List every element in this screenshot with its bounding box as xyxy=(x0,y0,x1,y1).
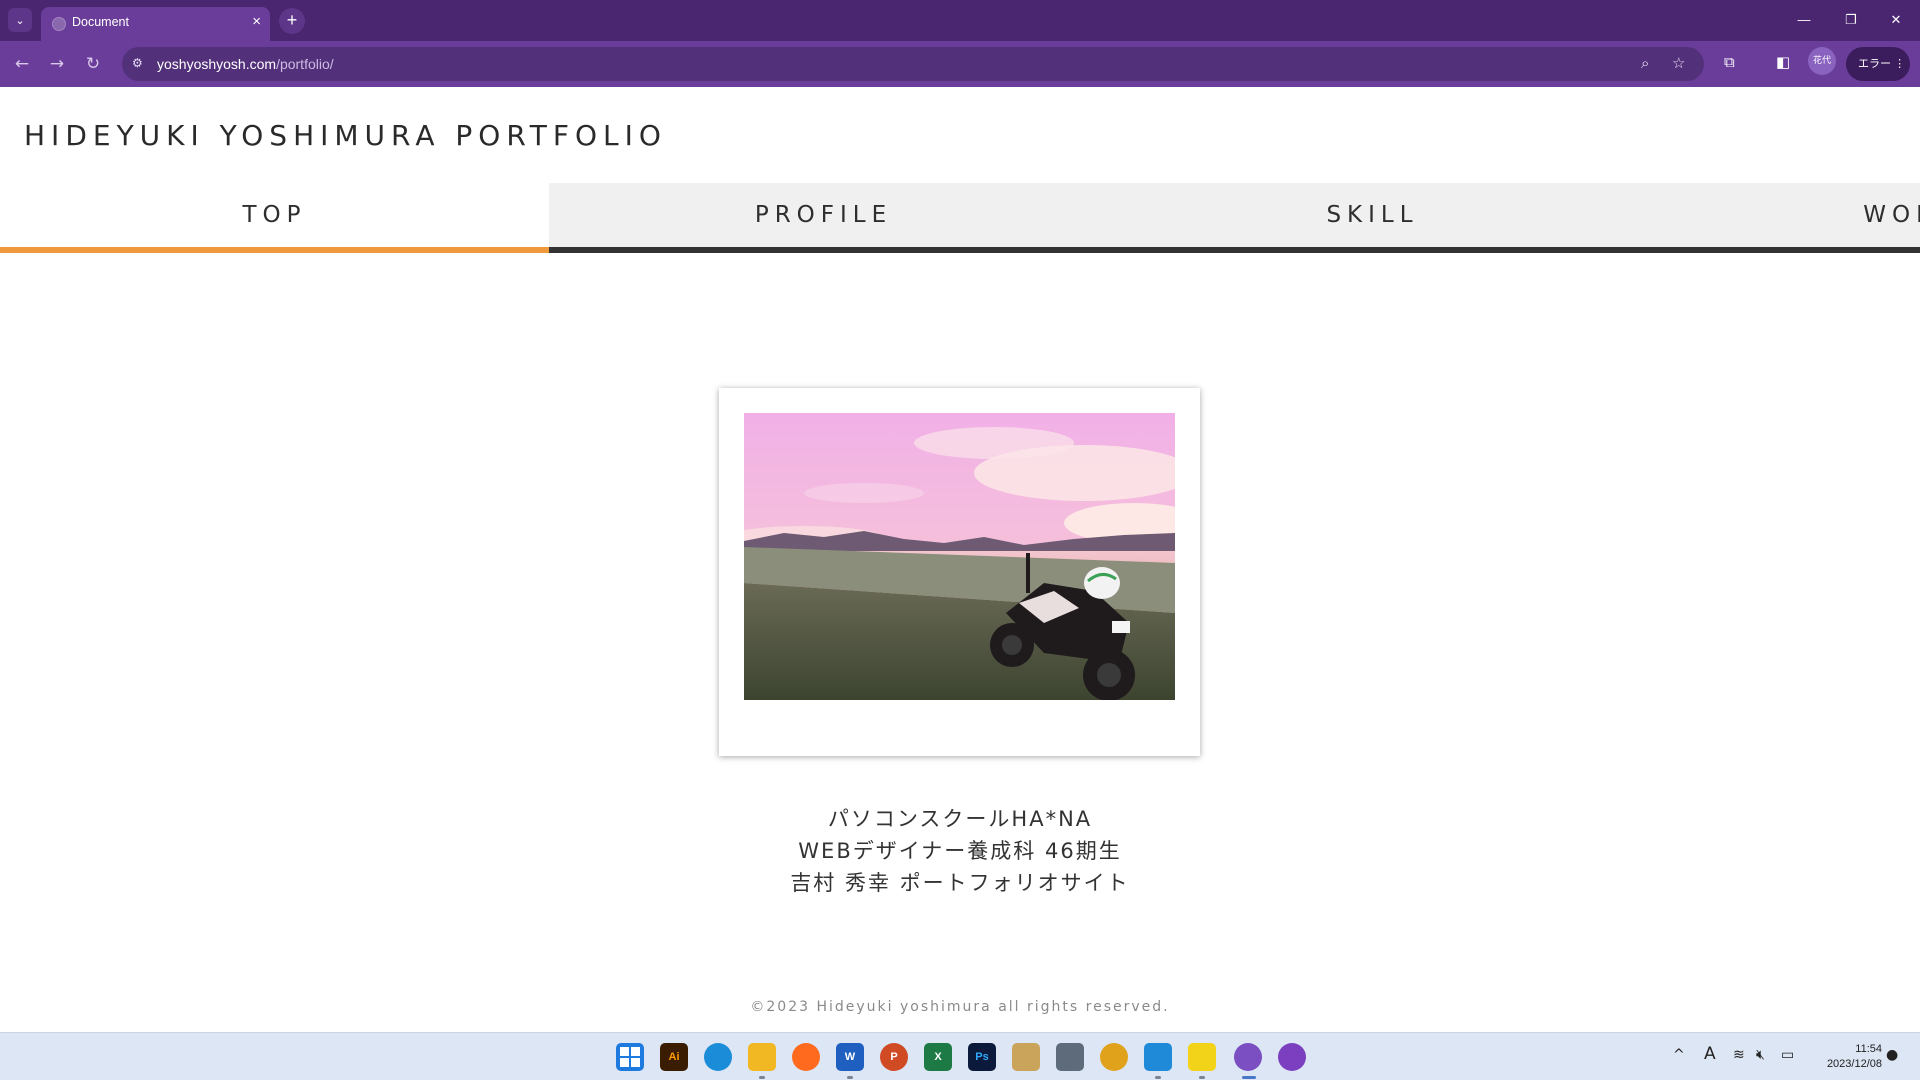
minimize-button[interactable]: — xyxy=(1784,8,1824,32)
nav-tab-top[interactable]: TOP xyxy=(0,183,549,253)
edge-icon[interactable] xyxy=(704,1043,732,1071)
vscode-icon[interactable] xyxy=(1144,1043,1172,1071)
tray-overflow-icon[interactable]: ^ xyxy=(1673,1047,1685,1063)
photoshop-icon[interactable]: Ps xyxy=(968,1043,996,1071)
hero-photo xyxy=(744,413,1175,700)
windows-start-icon[interactable] xyxy=(616,1043,644,1071)
caption-line: 吉村 秀幸 ポートフォリオサイト xyxy=(790,871,1130,895)
global-nav: TOP PROFILE SKILL WORKS xyxy=(0,183,1920,253)
profile-avatar[interactable]: 花代 xyxy=(1808,47,1836,75)
address-bar[interactable]: ⚙ yoshyoshyosh.com/portfolio/ ⌕ ☆ xyxy=(122,47,1704,81)
powerpoint-icon[interactable]: P xyxy=(880,1043,908,1071)
notification-bell-icon[interactable]: ● xyxy=(1886,1047,1898,1063)
windows-taskbar: Ai W P X Ps ^ A ≋ 🔇︎ ▭ 11:54 2023/12/08 … xyxy=(0,1032,1920,1080)
browser-toolbar: ← → ↻ ⚙ yoshyoshyosh.com/portfolio/ ⌕ ☆ … xyxy=(0,41,1920,87)
word-icon[interactable]: W xyxy=(836,1043,864,1071)
side-panel-icon[interactable]: ◧ xyxy=(1776,53,1790,71)
running-indicator xyxy=(759,1076,765,1079)
volume-muted-icon[interactable]: 🔇︎ xyxy=(1756,1047,1765,1063)
system-clock[interactable]: 11:54 2023/12/08 xyxy=(1812,1042,1882,1072)
wifi-icon[interactable]: ≋ xyxy=(1733,1047,1745,1063)
ime-indicator[interactable]: A xyxy=(1704,1044,1716,1064)
running-indicator xyxy=(847,1076,853,1079)
chrome-profile-icon[interactable] xyxy=(1234,1043,1262,1071)
back-icon[interactable]: ← xyxy=(8,50,36,78)
github-desktop-icon[interactable] xyxy=(1278,1043,1306,1071)
new-tab-button[interactable]: + xyxy=(279,8,305,34)
nav-tab-label: WORKS xyxy=(1863,202,1920,228)
caption-line: パソコンスクールHA*NA xyxy=(827,807,1093,831)
sticky-notes-icon[interactable] xyxy=(1188,1043,1216,1071)
bookmark-star-icon[interactable]: ☆ xyxy=(1672,54,1685,72)
nav-tab-label: PROFILE xyxy=(754,202,893,228)
reload-icon[interactable]: ↻ xyxy=(79,50,107,78)
clock-time: 11:54 xyxy=(1855,1043,1882,1055)
site-info-icon[interactable]: ⚙ xyxy=(132,56,143,70)
nav-tab-profile[interactable]: PROFILE xyxy=(549,183,1098,253)
calculator-icon[interactable] xyxy=(1056,1043,1084,1071)
school-caption: パソコンスクールHA*NA WEBデザイナー養成科 46期生 吉村 秀幸 ポート… xyxy=(660,803,1260,899)
browser-tab-bar: ⌄ Document × + — ❐ ✕ xyxy=(0,0,1920,41)
page-content: HIDEYUKI YOSHIMURA PORTFOLIO TOP PROFILE… xyxy=(0,87,1920,1032)
nav-tab-label: TOP xyxy=(242,202,307,228)
browser-tab[interactable]: Document × xyxy=(41,7,270,41)
restore-button[interactable]: ❐ xyxy=(1831,8,1871,32)
firefox-icon[interactable] xyxy=(792,1043,820,1071)
running-indicator xyxy=(1199,1076,1205,1079)
extensions-icon[interactable]: ⧉ xyxy=(1724,53,1735,71)
paint-icon[interactable] xyxy=(1012,1043,1040,1071)
close-window-button[interactable]: ✕ xyxy=(1876,8,1916,32)
battery-icon[interactable]: ▭ xyxy=(1781,1047,1794,1063)
site-title: HIDEYUKI YOSHIMURA PORTFOLIO xyxy=(24,119,667,152)
tab-list-icon[interactable]: ⌄ xyxy=(8,8,32,32)
copyright-footer: ©2023 Hideyuki yoshimura all rights rese… xyxy=(750,999,1170,1015)
running-indicator xyxy=(1155,1076,1161,1079)
url-text[interactable]: yoshyoshyosh.com/portfolio/ xyxy=(157,56,334,72)
nav-tab-works[interactable]: WORKS xyxy=(1647,183,1920,253)
excel-icon[interactable]: X xyxy=(924,1043,952,1071)
caption-line: WEBデザイナー養成科 46期生 xyxy=(798,839,1122,863)
file-explorer-icon[interactable] xyxy=(748,1043,776,1071)
forward-icon[interactable]: → xyxy=(43,50,71,78)
photo-frame xyxy=(719,388,1200,756)
tab-title: Document xyxy=(72,15,129,29)
illustrator-icon[interactable]: Ai xyxy=(660,1043,688,1071)
error-menu-button[interactable]: エラー ⋮ xyxy=(1846,47,1910,81)
nav-tab-skill[interactable]: SKILL xyxy=(1098,183,1647,253)
more-menu-icon[interactable]: ⋮ xyxy=(1894,58,1905,70)
clock-date: 2023/12/08 xyxy=(1826,1058,1882,1070)
zoom-icon[interactable]: ⌕ xyxy=(1641,54,1649,72)
nav-tab-label: SKILL xyxy=(1326,202,1419,228)
tab-favicon-icon xyxy=(52,17,66,31)
chrome-icon[interactable] xyxy=(1100,1043,1128,1071)
tab-close-icon[interactable]: × xyxy=(252,13,261,30)
active-indicator xyxy=(1242,1076,1256,1079)
